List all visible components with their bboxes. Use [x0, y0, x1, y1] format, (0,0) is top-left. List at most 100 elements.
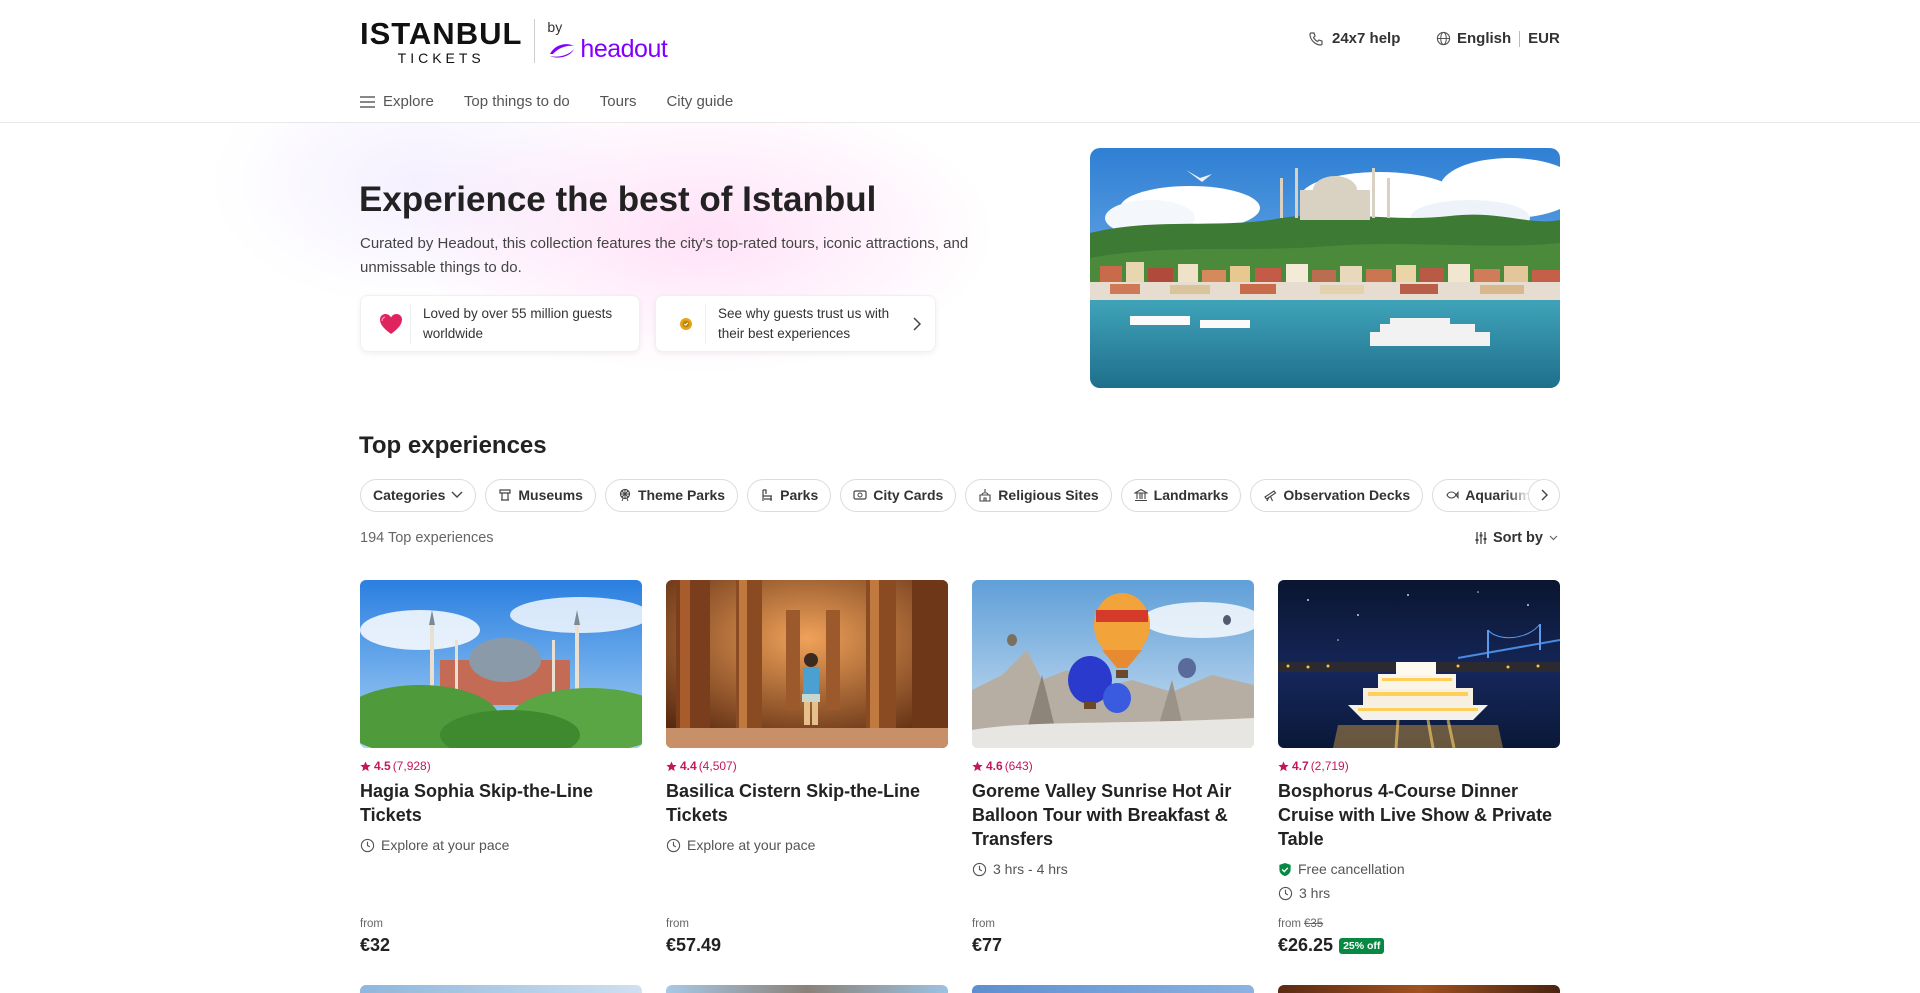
telescope-icon [1264, 490, 1277, 502]
sliders-icon [1475, 532, 1487, 544]
next-row-card-image[interactable] [360, 985, 642, 993]
review-count: (643) [1004, 759, 1033, 773]
ferris-wheel-icon [619, 488, 631, 502]
duration-text: Explore at your pace [381, 837, 510, 853]
price-value: €26.25 [1278, 935, 1334, 955]
chip-label: Theme Parks [637, 487, 726, 503]
price: €57.49 [666, 935, 721, 956]
rating: 4.7 (2,719) [1278, 759, 1560, 773]
star-icon [1278, 760, 1289, 771]
chip-label: Observation Decks [1283, 487, 1411, 503]
chip-label: City Cards [873, 487, 944, 503]
chip-museums[interactable]: Museums [485, 478, 596, 512]
chip-label: Religious Sites [998, 487, 1099, 503]
site-header: ISTANBUL TICKETS by headout 24x7 help En… [0, 0, 1920, 123]
rating: 4.5 (7,928) [360, 759, 642, 773]
chip-parks[interactable]: Parks [747, 478, 832, 512]
nav-city-guide[interactable]: City guide [666, 93, 733, 110]
hamburger-menu-icon [360, 95, 375, 108]
trust-card-guests: Loved by over 55 million guests worldwid… [360, 295, 640, 352]
experience-card[interactable]: 4.7 (2,719) Bosphorus 4-Course Dinner Cr… [1278, 580, 1560, 905]
logo-by-text: by [547, 19, 563, 35]
original-price: €35 [1304, 918, 1324, 930]
headout-brand-text: headout [580, 35, 668, 63]
results-count: 194 Top experiences [360, 530, 494, 546]
fish-icon [1446, 490, 1459, 500]
chip-label: Landmarks [1153, 487, 1229, 503]
category-chips: Categories Museums Theme Parks Parks Cit… [360, 478, 1560, 512]
logo-line1: ISTANBUL [360, 15, 523, 51]
temple-icon [979, 489, 991, 502]
badge-icon [666, 303, 706, 344]
experience-card[interactable]: 4.4 (4,507) Basilica Cistern Skip-the-Li… [666, 580, 948, 857]
chip-label: Categories [373, 487, 446, 503]
clock-icon [666, 838, 681, 852]
rating-value: 4.4 [680, 759, 697, 773]
city-card-icon [853, 490, 867, 500]
free-cancellation-text: Free cancellation [1298, 861, 1405, 877]
experience-title[interactable]: Basilica Cistern Skip-the-Line Tickets [666, 779, 948, 827]
istanbul-cityscape-image [1090, 148, 1560, 388]
chip-landmarks[interactable]: Landmarks [1120, 478, 1242, 512]
duration-info: 3 hrs - 4 hrs [972, 857, 1254, 881]
price-from-label: from [972, 918, 995, 930]
headout-brand: headout [547, 35, 668, 63]
review-count: (2,719) [1310, 759, 1349, 773]
basilica-cistern-image [666, 580, 948, 748]
experience-card[interactable]: 4.5 (7,928) Hagia Sophia Skip-the-Line T… [360, 580, 642, 857]
istanbul-tickets-wordmark: ISTANBUL TICKETS [360, 18, 522, 65]
review-count: (7,928) [392, 759, 431, 773]
currency-label: EUR [1528, 30, 1560, 47]
chip-label: Parks [780, 487, 819, 503]
chip-religious-sites[interactable]: Religious Sites [965, 478, 1112, 512]
help-link[interactable]: 24x7 help [1308, 30, 1400, 47]
museum-icon [499, 489, 511, 501]
chevron-down-icon [451, 491, 463, 498]
experience-title[interactable]: Hagia Sophia Skip-the-Line Tickets [360, 779, 642, 827]
duration-text: Explore at your pace [687, 837, 816, 853]
experience-title[interactable]: Goreme Valley Sunrise Hot Air Balloon To… [972, 779, 1254, 851]
chevron-right-icon [913, 316, 921, 331]
nav-top-things-to-do[interactable]: Top things to do [464, 93, 570, 110]
duration-info: Explore at your pace [666, 833, 948, 857]
language-label: English [1457, 30, 1512, 47]
main-nav: Explore Top things to do Tours City guid… [360, 93, 763, 110]
experience-title[interactable]: Bosphorus 4-Course Dinner Cruise with Li… [1278, 779, 1560, 851]
experience-card[interactable]: 4.6 (643) Goreme Valley Sunrise Hot Air … [972, 580, 1254, 881]
chip-categories[interactable]: Categories [360, 478, 477, 512]
trust-text-experiences: See why guests trust us with their best … [718, 305, 890, 341]
lang-divider [1519, 30, 1521, 47]
trust-text-guests: Loved by over 55 million guests worldwid… [423, 305, 613, 341]
bosphorus-cruise-image [1278, 580, 1560, 748]
price-from-label: from €35 [1278, 918, 1323, 930]
next-row-card-image[interactable] [666, 985, 948, 993]
next-row-card-image[interactable] [972, 985, 1254, 993]
price: €32 [360, 935, 390, 956]
section-title-top-experiences: Top experiences [359, 432, 547, 459]
star-icon [666, 760, 677, 771]
chip-city-cards[interactable]: City Cards [840, 478, 957, 512]
sort-by-label: Sort by [1493, 530, 1543, 546]
chips-scroll-right-button[interactable] [1528, 479, 1560, 511]
chevron-down-icon [1549, 535, 1558, 541]
help-label: 24x7 help [1332, 30, 1401, 47]
language-currency-selector[interactable]: English EUR [1436, 30, 1560, 47]
price: €26.25 25% off [1278, 935, 1385, 956]
site-logo[interactable]: ISTANBUL TICKETS by headout [360, 18, 668, 65]
headout-swoosh-icon [550, 43, 575, 58]
next-row-card-image[interactable] [1278, 985, 1560, 993]
clock-icon [360, 838, 375, 852]
duration-info: Explore at your pace [360, 833, 642, 857]
trust-card-experiences[interactable]: See why guests trust us with their best … [655, 295, 936, 352]
nav-tours[interactable]: Tours [600, 93, 637, 110]
hagia-sophia-image [360, 580, 642, 748]
chip-observation-decks[interactable]: Observation Decks [1250, 478, 1424, 512]
logo-line2: TICKETS [397, 49, 485, 66]
sort-by-dropdown[interactable]: Sort by [1474, 530, 1563, 546]
price-from-label: from [360, 918, 383, 930]
globe-icon [1436, 31, 1451, 46]
chip-theme-parks[interactable]: Theme Parks [604, 478, 739, 512]
price-value: €57.49 [666, 935, 722, 955]
price: €77 [972, 935, 1002, 956]
nav-explore[interactable]: Explore [360, 93, 434, 110]
